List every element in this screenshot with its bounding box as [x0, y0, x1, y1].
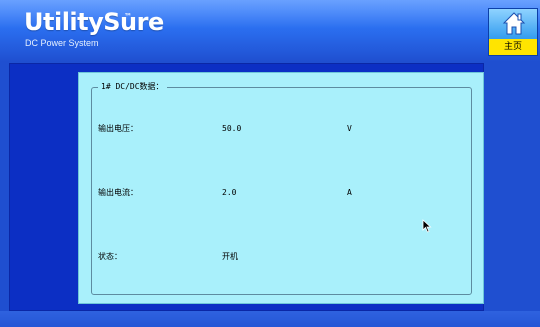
brand-trademark: ™ — [124, 12, 132, 21]
output-current-value: 2.0 — [222, 188, 237, 197]
home-icon — [502, 12, 526, 35]
right-side-area — [485, 63, 540, 311]
brand-subtitle: DC Power System — [25, 38, 99, 48]
output-current-label: 输出电流： — [98, 188, 138, 197]
group-legend: 1# DC/DC数据： — [98, 81, 167, 93]
home-button[interactable]: 主页 — [488, 8, 538, 56]
dcdc-data-panel: 1# DC/DC数据： 输出电压： 50.0 V 输出电流： 2.0 A 状态：… — [78, 72, 484, 304]
output-current-unit: A — [347, 188, 352, 197]
header-bar: UtilitySure ™ DC Power System 主页 — [0, 0, 540, 62]
status-value: 开机 — [222, 252, 238, 261]
brand-logo-text: UtilitySure — [24, 8, 164, 36]
output-voltage-label: 输出电压： — [98, 124, 138, 133]
output-voltage-unit: V — [347, 124, 352, 133]
mouse-pointer-icon — [422, 219, 432, 233]
dcdc-data-group: 1# DC/DC数据： 输出电压： 50.0 V 输出电流： 2.0 A 状态：… — [91, 81, 472, 295]
main-content-area: 1# DC/DC数据： 输出电压： 50.0 V 输出电流： 2.0 A 状态：… — [9, 63, 484, 311]
app-window: UtilitySure ™ DC Power System 主页 1# DC/D… — [0, 0, 540, 327]
output-voltage-value: 50.0 — [222, 124, 242, 133]
bottom-status-bar — [0, 311, 540, 327]
status-label: 状态： — [98, 252, 122, 261]
home-button-label: 主页 — [489, 39, 537, 55]
